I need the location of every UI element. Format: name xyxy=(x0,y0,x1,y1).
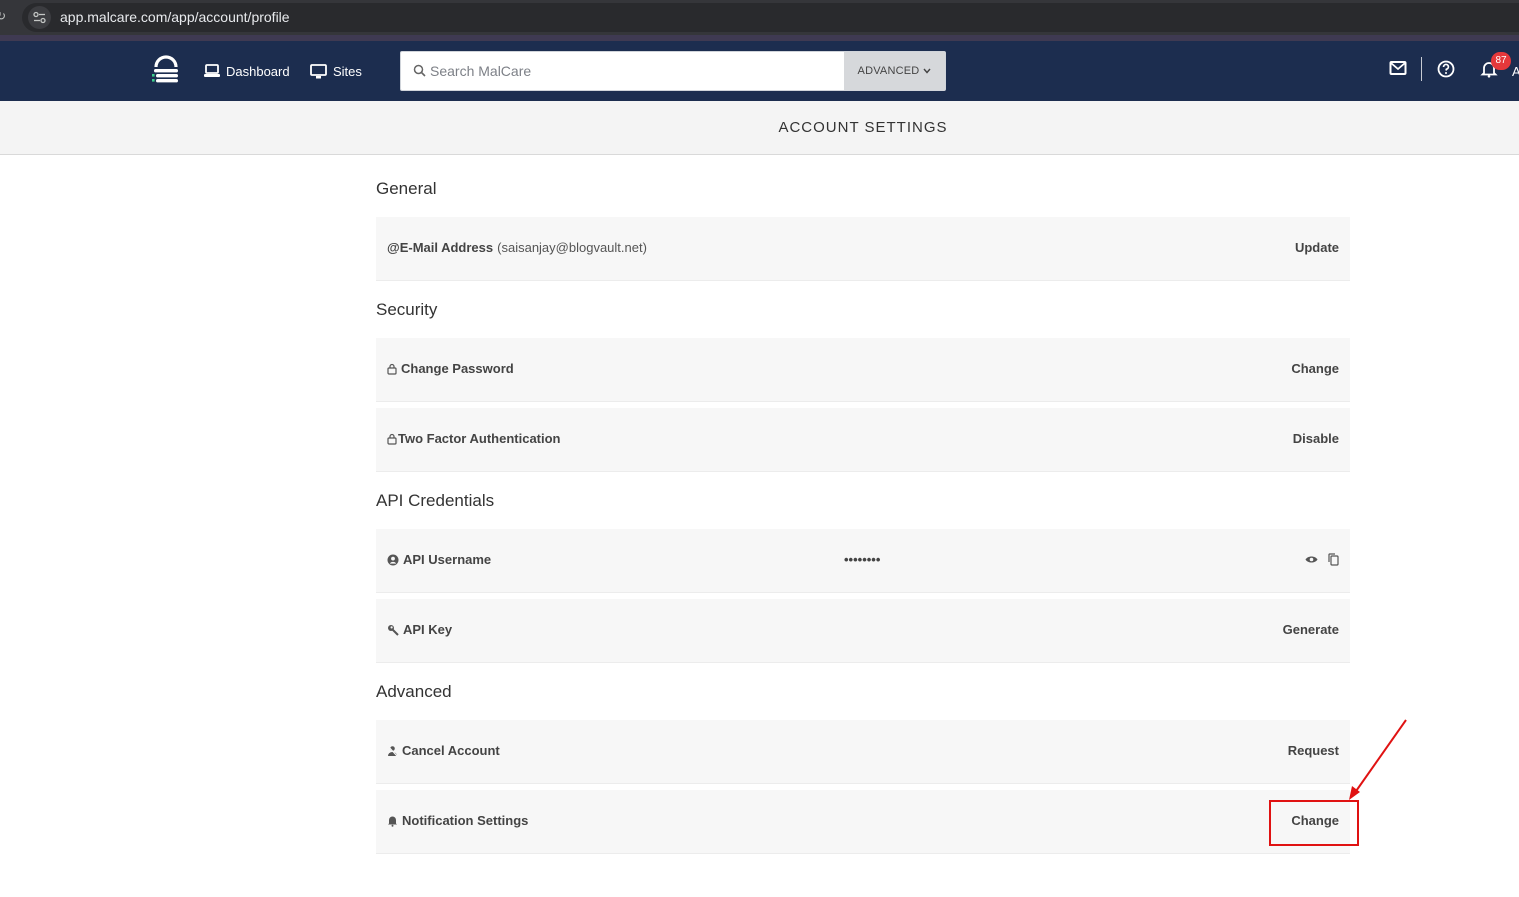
header-divider xyxy=(1421,57,1422,81)
page-title: ACCOUNT SETTINGS xyxy=(778,119,948,136)
user-circle-icon xyxy=(387,554,399,565)
browser-toolbar: ↻ app.malcare.com/app/account/profile xyxy=(0,0,1519,41)
dashboard-icon xyxy=(204,64,220,77)
cancel-account-row-label: Cancel Account xyxy=(387,743,500,758)
monitor-icon xyxy=(310,63,327,78)
settings-row-email: @ E-Mail Address (saisanjay@blogvault.ne… xyxy=(376,217,1350,281)
email-label: E-Mail Address xyxy=(399,240,494,255)
notification-count-badge: 87 xyxy=(1491,52,1511,70)
notification-label: Notification Settings xyxy=(402,813,529,828)
cancel-account-label: Cancel Account xyxy=(402,743,500,758)
password-label: Change Password xyxy=(401,361,514,376)
settings-row-notification: Notification Settings Change xyxy=(376,790,1350,854)
malcare-logo[interactable] xyxy=(151,54,181,88)
generate-api-key-button[interactable]: Generate xyxy=(1283,622,1339,637)
section-heading-api: API Credentials xyxy=(376,491,495,510)
two-factor-row-label: Two Factor Authentication xyxy=(387,431,561,446)
search-icon xyxy=(413,64,426,77)
copy-icon[interactable] xyxy=(1328,553,1339,566)
api-key-row-label: API Key xyxy=(387,622,452,637)
advanced-search-label: ADVANCED xyxy=(857,65,920,77)
settings-row-cancel-account: Cancel Account Request xyxy=(376,720,1350,784)
api-username-masked: •••••••• xyxy=(844,552,881,567)
password-row-label: Change Password xyxy=(387,361,514,376)
section-heading-general: General xyxy=(376,179,437,198)
api-username-label: API Username xyxy=(403,552,492,567)
wrench-icon xyxy=(388,624,399,636)
lock-icon xyxy=(387,363,397,375)
nav-sites[interactable]: Sites xyxy=(310,62,362,80)
eye-icon[interactable] xyxy=(1305,555,1318,564)
section-heading-advanced: Advanced xyxy=(376,682,452,701)
email-row-label: @ E-Mail Address (saisanjay@blogvault.ne… xyxy=(387,240,647,255)
change-password-button[interactable]: Change xyxy=(1291,361,1339,376)
disable-two-factor-button[interactable]: Disable xyxy=(1293,431,1339,446)
chevron-down-icon xyxy=(923,68,931,74)
help-icon[interactable] xyxy=(1437,60,1457,80)
user-remove-icon xyxy=(387,745,398,756)
settings-row-password: Change Password Change xyxy=(376,338,1350,402)
search-input[interactable] xyxy=(430,60,840,82)
settings-row-two-factor: Two Factor Authentication Disable xyxy=(376,408,1350,472)
reload-icon[interactable]: ↻ xyxy=(0,9,6,23)
nav-sites-label: Sites xyxy=(333,63,362,79)
email-value: saisanjay@blogvault.net xyxy=(501,240,643,255)
section-heading-security: Security xyxy=(376,300,438,319)
request-cancel-account-button[interactable]: Request xyxy=(1288,743,1339,758)
annotation-highlight-box xyxy=(1269,800,1359,846)
nav-dashboard[interactable]: Dashboard xyxy=(204,62,290,80)
account-menu-label[interactable]: A xyxy=(1512,64,1519,79)
mail-icon[interactable] xyxy=(1389,60,1409,80)
update-email-button[interactable]: Update xyxy=(1295,240,1339,255)
lock-icon xyxy=(387,433,397,445)
api-username-actions xyxy=(1305,553,1339,566)
search-bar: ADVANCED xyxy=(400,51,946,91)
api-username-row-label: API Username xyxy=(387,552,491,567)
site-settings-icon[interactable] xyxy=(28,6,51,29)
two-factor-label: Two Factor Authentication xyxy=(398,431,561,446)
advanced-search-button[interactable]: ADVANCED xyxy=(844,52,945,90)
settings-row-api-username: API Username •••••••• xyxy=(376,529,1350,593)
page-title-bar: ACCOUNT SETTINGS xyxy=(0,101,1519,155)
annotation-arrow xyxy=(1349,719,1407,800)
notification-row-label: Notification Settings xyxy=(387,813,528,828)
nav-dashboard-label: Dashboard xyxy=(226,63,290,79)
email-value-wrap: (saisanjay@blogvault.net) xyxy=(497,240,647,255)
address-url[interactable]: app.malcare.com/app/account/profile xyxy=(60,9,290,25)
settings-row-api-key: API Key Generate xyxy=(376,599,1350,663)
bell-icon xyxy=(388,816,397,827)
at-sign-icon: @ xyxy=(387,240,400,255)
app-header: Dashboard Sites ADVANCED 87 A xyxy=(0,41,1519,101)
api-key-label: API Key xyxy=(403,622,453,637)
